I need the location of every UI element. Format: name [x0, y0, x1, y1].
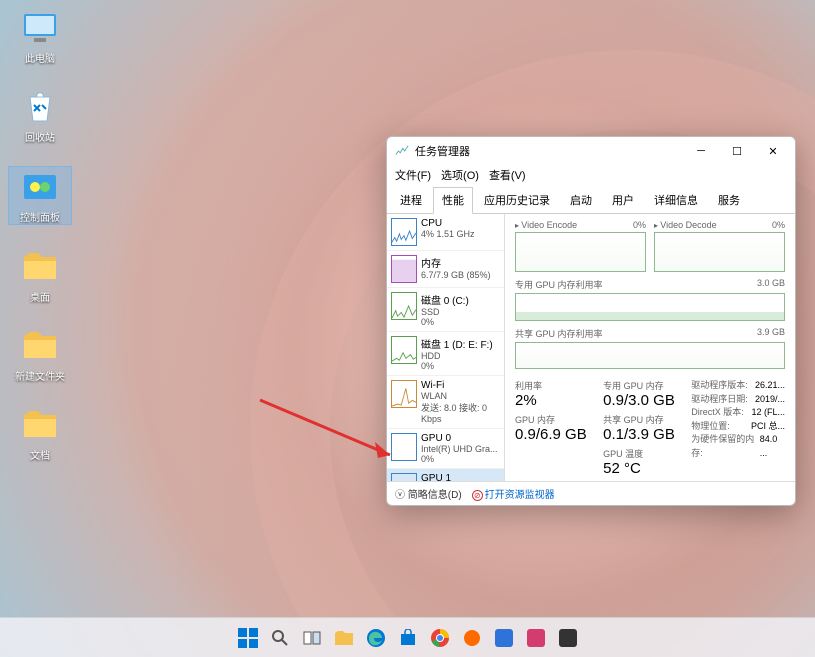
- desktop-icon-folder-2[interactable]: 新建文件夹: [8, 326, 72, 383]
- graph-label-video-decode: Video Decode: [654, 220, 717, 230]
- stat-value-dedicated: 0.9/3.0 GB: [603, 392, 681, 409]
- sidebar-item-disk-1[interactable]: 磁盘 1 (D: E: F:)HDD 0%: [387, 332, 504, 376]
- app-icon-4[interactable]: [554, 624, 582, 652]
- tab-users[interactable]: 用户: [603, 187, 643, 213]
- start-button[interactable]: [234, 624, 262, 652]
- sidebar-item-memory[interactable]: 内存6.7/7.9 GB (85%): [387, 251, 504, 288]
- tab-performance[interactable]: 性能: [433, 187, 473, 214]
- stat-label-util: 利用率: [515, 379, 593, 392]
- sidebar-item-wifi[interactable]: Wi-FiWLAN 发送: 8.0 接收: 0 Kbps: [387, 376, 504, 429]
- tab-startup[interactable]: 启动: [561, 187, 601, 213]
- graph-pct: 0%: [772, 220, 785, 230]
- menu-view[interactable]: 查看(V): [489, 167, 526, 183]
- sidebar-item-disk-0[interactable]: 磁盘 0 (C:)SSD 0%: [387, 288, 504, 332]
- performance-sidebar[interactable]: CPU4% 1.51 GHz 内存6.7/7.9 GB (85%) 磁盘 0 (…: [387, 214, 505, 481]
- minimize-button[interactable]: ─: [683, 139, 719, 163]
- taskview-icon[interactable]: [298, 624, 326, 652]
- graph-label-shared: 共享 GPU 内存利用率: [515, 327, 603, 340]
- stat-value-gpumem: 0.9/6.9 GB: [515, 426, 593, 443]
- titlebar[interactable]: 任务管理器 ─ ☐ ✕: [387, 137, 795, 165]
- taskbar: [0, 617, 815, 657]
- stat-value-shared: 0.1/3.9 GB: [603, 426, 681, 443]
- chrome-icon[interactable]: [426, 624, 454, 652]
- explorer-icon[interactable]: [330, 624, 358, 652]
- desktop-icon-this-pc[interactable]: 此电脑: [8, 8, 72, 65]
- stat-label-shared: 共享 GPU 内存: [603, 413, 681, 426]
- graph-video-encode[interactable]: [515, 232, 646, 272]
- desktop-icon-folder-3[interactable]: 文档: [8, 405, 72, 462]
- graph-max: 3.0 GB: [757, 278, 785, 291]
- task-manager-icon: [395, 144, 409, 158]
- desktop-icon-recycle-bin[interactable]: 回收站: [8, 87, 72, 144]
- desktop-icon-label: 桌面: [30, 289, 50, 304]
- close-button[interactable]: ✕: [755, 139, 791, 163]
- maximize-button[interactable]: ☐: [719, 139, 755, 163]
- desktop-icon-control-panel[interactable]: 控制面板: [8, 166, 72, 225]
- open-resource-monitor-link[interactable]: ⊘打开资源监视器: [472, 486, 555, 501]
- desktop-icon-label: 新建文件夹: [15, 368, 65, 383]
- sidebar-item-cpu[interactable]: CPU4% 1.51 GHz: [387, 214, 504, 251]
- edge-icon[interactable]: [362, 624, 390, 652]
- graph-label-video-encode: Video Encode: [515, 220, 577, 230]
- performance-detail: Video Encode 0% Video Decode 0% 专用 GPU 内存利…: [505, 214, 795, 481]
- stat-label-temp: GPU 温度: [603, 447, 681, 460]
- fewer-details-button[interactable]: ⓥ 简略信息(D): [395, 486, 462, 501]
- menu-bar: 文件(F) 选项(O) 查看(V): [387, 165, 795, 187]
- menu-options[interactable]: 选项(O): [441, 167, 479, 183]
- desktop-icons: 此电脑 回收站 控制面板 桌面 新建文件夹 文档: [8, 8, 72, 462]
- window-title: 任务管理器: [415, 143, 683, 159]
- desktop-icon-label: 文档: [30, 447, 50, 462]
- desktop-icon-label: 此电脑: [25, 50, 55, 65]
- tab-details[interactable]: 详细信息: [645, 187, 707, 213]
- task-manager-window: 任务管理器 ─ ☐ ✕ 文件(F) 选项(O) 查看(V) 进程 性能 应用历史…: [386, 136, 796, 506]
- graph-shared-memory[interactable]: [515, 342, 785, 370]
- store-icon[interactable]: [394, 624, 422, 652]
- tab-processes[interactable]: 进程: [391, 187, 431, 213]
- desktop-icon-label: 控制面板: [20, 209, 60, 224]
- footer: ⓥ 简略信息(D) ⊘打开资源监视器: [387, 481, 795, 505]
- tab-bar: 进程 性能 应用历史记录 启动 用户 详细信息 服务: [387, 187, 795, 214]
- graph-max: 3.9 GB: [757, 327, 785, 340]
- menu-file[interactable]: 文件(F): [395, 167, 431, 183]
- sidebar-item-gpu-0[interactable]: GPU 0Intel(R) UHD Gra... 0%: [387, 429, 504, 469]
- sidebar-item-gpu-1[interactable]: GPU 1NVIDIA GeForce... 2% (52 °C): [387, 469, 504, 481]
- stat-label-dedicated: 专用 GPU 内存: [603, 379, 681, 392]
- stat-value-util: 2%: [515, 392, 593, 409]
- graph-dedicated-memory[interactable]: [515, 293, 785, 321]
- graph-label-dedicated: 专用 GPU 内存利用率: [515, 278, 603, 291]
- app-icon-3[interactable]: [522, 624, 550, 652]
- search-icon[interactable]: [266, 624, 294, 652]
- desktop-icon-label: 回收站: [25, 129, 55, 144]
- tab-services[interactable]: 服务: [709, 187, 749, 213]
- app-icon-2[interactable]: [490, 624, 518, 652]
- graph-video-decode[interactable]: [654, 232, 785, 272]
- desktop-icon-folder-1[interactable]: 桌面: [8, 247, 72, 304]
- app-icon-1[interactable]: [458, 624, 486, 652]
- tab-app-history[interactable]: 应用历史记录: [475, 187, 559, 213]
- stat-label-gpumem: GPU 内存: [515, 413, 593, 426]
- graph-pct: 0%: [633, 220, 646, 230]
- stat-value-temp: 52 °C: [603, 460, 681, 477]
